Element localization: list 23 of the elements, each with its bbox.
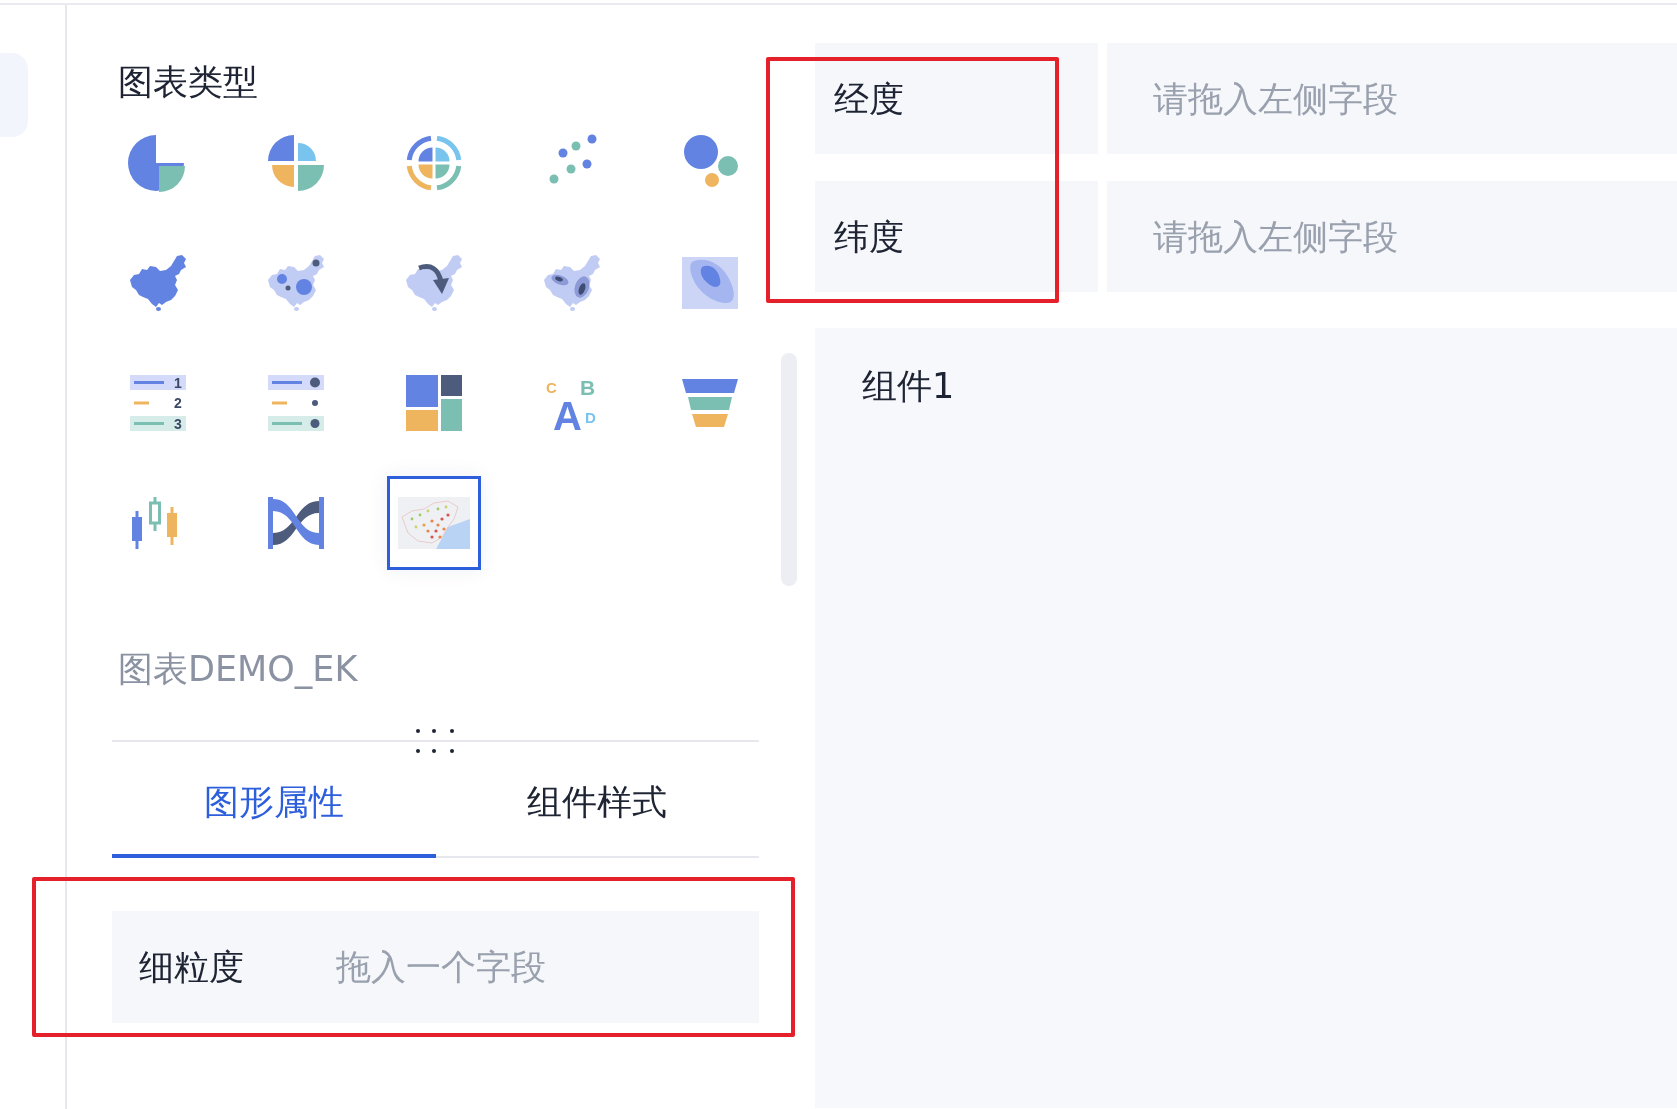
tab[interactable]: 组件样式 bbox=[435, 742, 759, 858]
field-label: 经度 bbox=[815, 43, 1098, 154]
chart-name: 图表DEMO_EK bbox=[118, 649, 358, 689]
rose-chart-icon[interactable] bbox=[266, 133, 326, 193]
heat-map-icon[interactable] bbox=[542, 253, 602, 313]
filled-map-icon[interactable] bbox=[128, 253, 188, 313]
drop-field[interactable]: 请拖入左侧字段 bbox=[1107, 43, 1677, 154]
tab[interactable]: 图形属性 bbox=[112, 742, 436, 858]
field-label: 纬度 bbox=[815, 181, 1098, 292]
drop-field[interactable]: 拖入一个字段 bbox=[336, 947, 739, 987]
field-label: 细粒度 bbox=[139, 947, 244, 987]
section-title: 图表类型 bbox=[118, 62, 258, 102]
dot-map-icon bbox=[398, 497, 470, 549]
drop-field[interactable]: 请拖入左侧字段 bbox=[1107, 181, 1677, 292]
dot-list-icon[interactable] bbox=[266, 373, 326, 433]
chart-type-option[interactable] bbox=[387, 476, 481, 570]
ring-chart-icon[interactable] bbox=[404, 133, 464, 193]
component-title: 组件1 bbox=[862, 366, 955, 406]
treemap-icon[interactable] bbox=[404, 373, 464, 433]
pie-chart-icon[interactable] bbox=[128, 133, 188, 193]
drag-handle-icon[interactable] bbox=[416, 729, 454, 753]
bubble-map-icon[interactable] bbox=[266, 253, 326, 313]
map-arrow-icon[interactable] bbox=[404, 253, 464, 313]
